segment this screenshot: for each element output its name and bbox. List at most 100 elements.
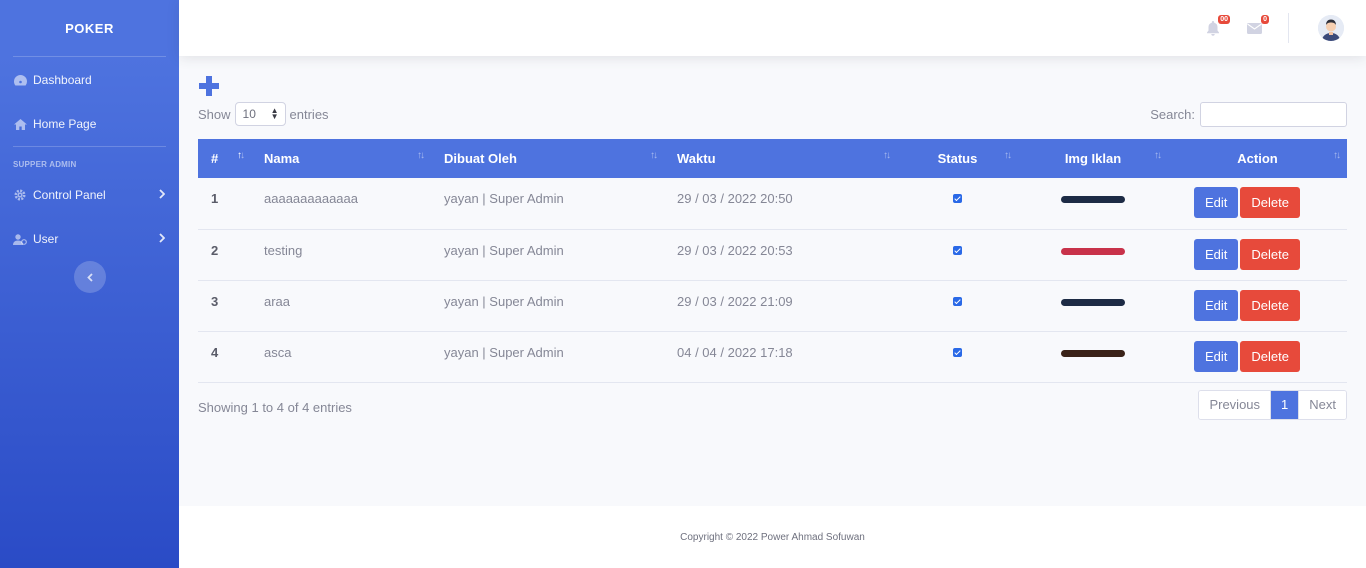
- ad-thumbnail[interactable]: [1061, 298, 1125, 306]
- table-header-row: # ↑↓ Nama ↑↓ Dibuat Oleh ↑↓ Waktu ↑↓ Status ↑…: [198, 139, 1347, 178]
- cell-status: [897, 331, 1018, 382]
- cell-dibuat-oleh: yayan | Super Admin: [444, 344, 564, 360]
- cell-dibuat-oleh: yayan | Super Admin: [444, 293, 564, 309]
- chevron-right-icon: [159, 232, 166, 246]
- status-checkbox[interactable]: [953, 194, 962, 203]
- cell-action: Edit Delete: [1168, 280, 1347, 331]
- messages-button[interactable]: 0: [1247, 15, 1269, 38]
- user-icon: [13, 232, 27, 246]
- cell-waktu: 29 / 03 / 2022 20:53: [677, 242, 793, 258]
- column-header-waktu[interactable]: Waktu ↑↓: [664, 139, 897, 178]
- column-header-img-iklan[interactable]: Img Iklan ↑↓: [1018, 139, 1168, 178]
- edit-button[interactable]: Edit: [1194, 238, 1239, 270]
- entries-label: entries: [289, 106, 329, 122]
- cell-dibuat-oleh: yayan | Super Admin: [444, 242, 564, 258]
- column-header-number[interactable]: # ↑↓: [198, 139, 251, 178]
- bell-icon: [1206, 21, 1220, 39]
- column-header-status[interactable]: Status ↑↓: [897, 139, 1018, 178]
- column-header-dibuat-oleh[interactable]: Dibuat Oleh ↑↓: [431, 139, 664, 178]
- edit-button[interactable]: Edit: [1194, 289, 1239, 321]
- search-label: Search:: [1150, 107, 1195, 122]
- cell-dibuat-oleh: yayan | Super Admin: [444, 191, 564, 206]
- cell-waktu: 29 / 03 / 2022 20:50: [677, 191, 793, 206]
- sort-icon: ↑↓: [1004, 150, 1012, 161]
- cell-img-iklan: [1018, 178, 1168, 229]
- ad-thumbnail[interactable]: [1061, 349, 1125, 357]
- column-header-action[interactable]: Action ↑↓: [1168, 139, 1347, 178]
- search-control: Search:: [1150, 102, 1347, 127]
- table-info: Showing 1 to 4 of 4 entries: [198, 400, 352, 415]
- ad-thumbnail[interactable]: [1061, 196, 1125, 203]
- cell-action: Edit Delete: [1168, 229, 1347, 280]
- status-checkbox[interactable]: [953, 296, 962, 306]
- alerts-button[interactable]: 00: [1206, 15, 1230, 39]
- entries-select-value: 10: [242, 107, 256, 121]
- pagination-page-1[interactable]: 1: [1271, 391, 1299, 419]
- entries-select[interactable]: 10 ▲ ▼: [234, 102, 286, 126]
- cell-nama: aaaaaaaaaaaaa: [264, 191, 358, 206]
- sidebar-item-control-panel[interactable]: Control Panel: [0, 173, 179, 217]
- chevron-right-icon: [159, 188, 166, 202]
- cell-waktu: 04 / 04 / 2022 17:18: [677, 344, 793, 360]
- cell-action: Edit Delete: [1168, 331, 1347, 382]
- status-checkbox[interactable]: [953, 245, 962, 255]
- column-header-nama[interactable]: Nama ↑↓: [251, 139, 431, 178]
- sort-icon: ↑↓: [650, 150, 658, 161]
- sidebar-item-user[interactable]: User: [0, 217, 179, 261]
- pagination: Previous 1 Next: [1198, 390, 1347, 420]
- cell-status: [897, 280, 1018, 331]
- cell-img-iklan: [1018, 229, 1168, 280]
- avatar[interactable]: [1318, 15, 1344, 41]
- topbar-divider: [1288, 13, 1289, 43]
- entries-length-control: Show 10 ▲ ▼ entries: [198, 102, 329, 126]
- cell-status: [897, 229, 1018, 280]
- envelope-icon: [1247, 22, 1262, 37]
- edit-button[interactable]: Edit: [1194, 340, 1239, 372]
- cell-img-iklan: [1018, 331, 1168, 382]
- delete-button[interactable]: Delete: [1240, 289, 1300, 321]
- sort-icon: ↑↓: [1333, 150, 1341, 161]
- sidebar-item-label: Dashboard: [33, 73, 92, 87]
- sort-icon: ↑↓: [883, 150, 891, 161]
- table-row: 3 araa yayan | Super Admin 29 / 03 / 202…: [198, 280, 1347, 331]
- cell-img-iklan: [1018, 280, 1168, 331]
- delete-button[interactable]: Delete: [1240, 340, 1300, 372]
- ad-thumbnail[interactable]: [1061, 247, 1125, 255]
- messages-badge: 0: [1261, 15, 1269, 24]
- pagination-next[interactable]: Next: [1298, 391, 1346, 419]
- sidebar-heading: SUPPER ADMIN: [13, 160, 77, 169]
- sidebar-item-label: User: [33, 232, 59, 246]
- delete-button[interactable]: Delete: [1240, 187, 1300, 218]
- sort-icon: ↑↓: [417, 150, 425, 161]
- cell-nama: asca: [264, 344, 292, 360]
- sidebar-item-home-page[interactable]: Home Page: [0, 102, 179, 146]
- topbar: 00 0: [179, 0, 1366, 56]
- copyright-text: Copyright © 2022 Power Ahmad Sofuwan: [680, 531, 865, 543]
- brand-title[interactable]: POKER: [0, 0, 179, 56]
- cell-nama: araa: [264, 293, 291, 309]
- delete-button[interactable]: Delete: [1240, 238, 1300, 270]
- sidebar-divider: [13, 56, 166, 57]
- dashboard-icon: [13, 73, 27, 87]
- sidebar-toggle-button[interactable]: [74, 261, 106, 293]
- data-table: # ↑↓ Nama ↑↓ Dibuat Oleh ↑↓ Waktu ↑↓ Status ↑…: [198, 139, 1347, 383]
- cell-id: 4: [211, 344, 219, 360]
- table-row: 1 aaaaaaaaaaaaa yayan | Super Admin 29 /…: [198, 178, 1347, 229]
- footer: Copyright © 2022 Power Ahmad Sofuwan: [179, 506, 1366, 568]
- sidebar-item-dashboard[interactable]: Dashboard: [0, 58, 179, 102]
- edit-button[interactable]: Edit: [1194, 187, 1239, 218]
- table-row: 2 testing yayan | Super Admin 29 / 03 / …: [198, 229, 1347, 280]
- cell-waktu: 29 / 03 / 2022 21:09: [677, 293, 793, 309]
- add-button[interactable]: [198, 75, 220, 97]
- sidebar: POKER Dashboard Home Page SUPPER ADMIN C…: [0, 0, 179, 568]
- sort-icon: ↑↓: [1154, 150, 1162, 161]
- sort-icon: ↑↓: [237, 150, 245, 161]
- sidebar-item-label: Home Page: [33, 117, 97, 131]
- pagination-previous[interactable]: Previous: [1199, 391, 1272, 419]
- table-row: 4 asca yayan | Super Admin 04 / 04 / 202…: [198, 331, 1347, 382]
- status-checkbox[interactable]: [953, 347, 962, 357]
- cell-action: Edit Delete: [1168, 178, 1347, 229]
- search-input[interactable]: [1200, 102, 1347, 127]
- home-icon: [13, 117, 27, 131]
- show-label: Show: [198, 106, 231, 122]
